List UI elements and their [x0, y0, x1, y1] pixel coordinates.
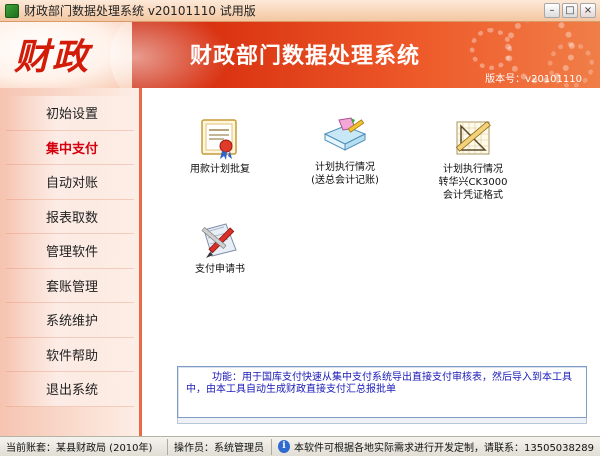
book-pencil-icon [321, 114, 369, 160]
current-account-status: 当前账套：某县财政局 (2010年) [0, 438, 168, 455]
sidebar-item-label: 管理软件 [46, 245, 99, 261]
header-banner: 财政 财政部门数据处理系统 版本号：v20101110 [0, 22, 600, 88]
minimize-button[interactable]: – [544, 3, 560, 18]
operator-text: 操作员：系统管理员 [174, 443, 264, 454]
status-bar: 当前账套：某县财政局 (2010年) 操作员：系统管理员 i 本软件可根据各地实… [0, 436, 600, 456]
sidebar-item-report-fetch[interactable]: 报表取数 [6, 199, 134, 234]
maximize-button[interactable]: □ [562, 3, 578, 18]
sidebar-item-label: 集中支付 [46, 141, 99, 157]
main-panel: 用款计划批复 计划执行情况 (送总会计记账) 计划执行情况 转华兴CK3000 … [145, 88, 600, 436]
operator-status: 操作员：系统管理员 [168, 438, 272, 455]
tool-label-line-2: (送总会计记账) [311, 175, 379, 186]
tool-label: 用款计划批复 [190, 164, 250, 175]
pen-paper-icon [196, 216, 244, 262]
sidebar-item-label: 软件帮助 [46, 348, 99, 364]
tool-label-line-1: 计划执行情况 [315, 162, 375, 173]
function-description-box: 功能：用于国库支付快速从集中支付系统导出直接支付审核表，然后导入到本工具中，由本… [177, 366, 587, 418]
sidebar-item-help[interactable]: 软件帮助 [6, 337, 134, 372]
notice-status: i 本软件可根据各地实际需求进行开发定制，请联系：13505038289 [272, 439, 600, 455]
close-button[interactable]: × [580, 3, 596, 18]
info-icon: i [278, 440, 290, 453]
window-title: 财政部门数据处理系统 v20101110 试用版 [24, 4, 256, 18]
tool-budget-approval[interactable]: 用款计划批复 [185, 116, 255, 175]
tool-label-line-2: 转华兴CK3000 [438, 177, 508, 188]
sidebar-item-central-payment[interactable]: 集中支付 [6, 130, 134, 165]
sidebar-item-label: 系统维护 [46, 314, 99, 330]
version-label: 版本号：v20101110 [485, 74, 582, 85]
sidebar-item-auto-reconcile[interactable]: 自动对账 [6, 165, 134, 200]
sidebar-item-label: 报表取数 [46, 210, 99, 226]
certificate-icon [196, 116, 244, 162]
tool-payment-application[interactable]: 支付申请书 [185, 216, 255, 275]
sidebar-item-exit[interactable]: 退出系统 [6, 372, 134, 407]
window-titlebar: 财政部门数据处理系统 v20101110 试用版 – □ × [0, 0, 600, 22]
tool-plan-execution-ck3000[interactable]: 计划执行情况 转华兴CK3000 会计凭证格式 [435, 116, 511, 201]
app-title: 财政部门数据处理系统 [190, 43, 421, 69]
tool-label-line-1: 计划执行情况 [443, 164, 503, 175]
tool-label: 支付申请书 [195, 264, 245, 275]
sidebar-item-system-maintenance[interactable]: 系统维护 [6, 303, 134, 338]
ruler-triangle-icon [449, 116, 497, 162]
sidebar-item-label: 退出系统 [46, 383, 99, 399]
window-controls: – □ × [544, 3, 596, 18]
horizontal-scrollbar[interactable] [177, 418, 587, 424]
function-description-text: 功能：用于国库支付快速从集中支付系统导出直接支付审核表，然后导入到本工具中，由本… [186, 372, 572, 395]
sidebar-item-label: 初始设置 [46, 107, 99, 123]
sidebar-item-label: 自动对账 [46, 176, 99, 192]
sidebar: 初始设置 集中支付 自动对账 报表取数 管理软件 套账管理 系统维护 软件帮助 … [0, 88, 142, 436]
tool-plan-execution-ledger[interactable]: 计划执行情况 (送总会计记账) [305, 114, 385, 186]
notice-text: 本软件可根据各地实际需求进行开发定制，请联系：13505038289 [294, 443, 594, 454]
app-icon [5, 3, 19, 18]
sidebar-item-init-settings[interactable]: 初始设置 [6, 96, 134, 131]
current-account-text: 当前账套：某县财政局 (2010年) [6, 443, 153, 454]
sidebar-item-account-set[interactable]: 套账管理 [6, 268, 134, 303]
sidebar-item-manage-software[interactable]: 管理软件 [6, 234, 134, 269]
tool-label-line-3: 会计凭证格式 [443, 190, 503, 201]
sidebar-item-label: 套账管理 [46, 279, 99, 295]
logo-text: 财政 [14, 36, 91, 78]
